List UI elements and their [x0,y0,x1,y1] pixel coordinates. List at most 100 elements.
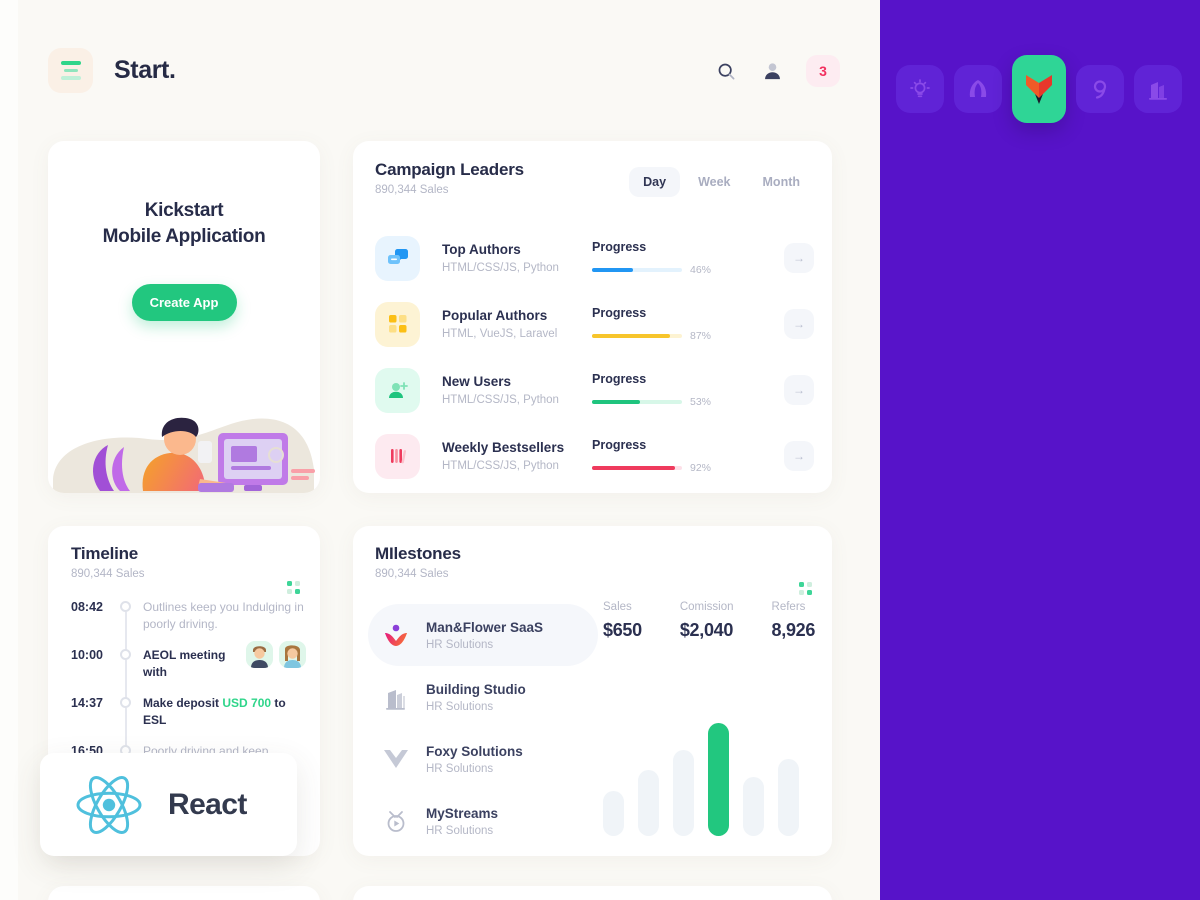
timeline-dot-icon [120,697,131,708]
progress-percent: 87% [690,330,712,342]
notification-badge[interactable]: 3 [806,55,840,87]
bottom-right-card [353,886,832,900]
milestone-row[interactable]: Foxy Solutions HR Solutions [368,728,598,790]
campaign-row-tech: HTML/CSS/JS, Python [442,262,559,274]
milestone-row[interactable]: Building Studio HR Solutions [368,666,598,728]
user-plus-icon [375,367,420,413]
tab-day[interactable]: Day [629,167,681,197]
campaign-row-arrow-button[interactable]: → [784,441,814,471]
milestone-sub: HR Solutions [426,762,494,775]
campaign-row[interactable]: New Users HTML/CSS/JS, Python Progress 5… [375,357,814,423]
milestone-text: Foxy Solutions HR Solutions [426,744,523,775]
chat-icon [375,235,420,281]
app-tile-bulb[interactable] [896,65,944,113]
create-app-button[interactable]: Create App [131,284,237,321]
timeline-text: Outlines keep you Indulging in poorly dr… [143,600,304,631]
milestone-bar [673,750,694,836]
timeline-text-pre: Make deposit [143,696,223,710]
user-icon[interactable] [760,59,784,83]
app-tile-building[interactable] [1134,65,1182,113]
timeline-header: Timeline 890,344 Sales [71,544,145,580]
campaign-row-name: Popular Authors [442,308,548,323]
stat-value: $650 [603,620,642,640]
timeline-text: AEOL meeting with [143,648,226,679]
avatar[interactable] [246,641,273,668]
milestone-row[interactable]: MyStreams HR Solutions [368,790,598,852]
app-tile-arch[interactable] [954,65,1002,113]
app-tile-nine[interactable] [1076,65,1124,113]
campaign-row-text: Weekly Bestsellers HTML/CSS/JS, Python [442,440,592,472]
milestones-bar-chart [603,706,810,836]
progress-bar [592,466,682,470]
tab-month[interactable]: Month [749,167,814,197]
progress-percent: 46% [690,264,712,276]
progress-label: Progress [592,438,647,452]
tab-week[interactable]: Week [684,167,744,197]
books-icon [375,433,420,479]
logo-bar-icon [60,76,81,80]
timeline-avatars [246,641,306,668]
grid-dots-icon[interactable] [799,582,812,595]
campaign-row-progress: Progress 46% [592,240,717,276]
stat-sales: Sales $650 [603,601,642,641]
milestone-sub: HR Solutions [426,700,494,713]
milestone-stats: Sales $650 Comission $2,040 Refers 8,926 [603,601,815,641]
milestone-sub: HR Solutions [426,824,494,837]
milestone-bar [603,790,624,836]
stat-label: Comission [679,601,734,613]
progress-bar [592,268,682,272]
right-sidebar: Daily Stats MonTue57WedThuFriSatSun Fox … [880,0,1200,900]
campaign-row[interactable]: Popular Authors HTML, VueJS, Laravel Pro… [375,291,814,357]
timeline-marker [113,647,143,705]
timeline-marker [113,695,143,753]
campaign-list: Top Authors HTML/CSS/JS, Python Progress… [375,225,814,489]
app-header: Start. 3 [0,0,880,138]
campaign-row-arrow-button[interactable]: → [784,309,814,339]
campaign-subtitle: 890,344 Sales [375,184,449,196]
search-icon[interactable] [714,59,738,83]
stat-label: Sales [603,601,632,613]
milestone-bar [743,777,764,836]
campaign-row-text: Popular Authors HTML, VueJS, Laravel [442,308,592,340]
campaign-leaders-card: Campaign Leaders 890,344 Sales Day Week … [353,141,832,493]
campaign-row-arrow-button[interactable]: → [784,243,814,273]
milestone-sub: HR Solutions [426,638,494,651]
flower-icon [378,622,414,648]
milestones-subtitle: 890,344 Sales [375,568,449,580]
milestone-name: Foxy Solutions [426,743,523,759]
avatar[interactable] [279,641,306,668]
bottom-left-card [48,886,320,900]
campaign-row-arrow-button[interactable]: → [784,375,814,405]
campaign-row[interactable]: Top Authors HTML/CSS/JS, Python Progress… [375,225,814,291]
stat-label: Refers [771,601,806,613]
progress-bar [592,334,682,338]
menu-logo-button[interactable] [48,48,93,93]
milestone-row[interactable]: Man&Flower SaaS HR Solutions [368,604,598,666]
timeline-dot-icon [120,601,131,612]
developer-illustration [53,417,315,493]
campaign-row-progress: Progress 53% [592,372,717,408]
timeline-time: 14:37 [71,696,103,710]
fox-chevron-icon [378,748,414,770]
campaign-row-name: New Users [442,374,512,389]
milestones-title: MIlestones [375,544,461,563]
stat-comission: Comission $2,040 [680,601,734,641]
timeline-time: 08:42 [71,600,103,614]
app-tile-fox[interactable] [1012,55,1066,123]
milestones-list: Man&Flower SaaS HR Solutions Building St… [368,604,598,852]
timeline-subtitle: 890,344 Sales [71,568,145,580]
period-tabs: Day Week Month [629,167,814,197]
milestones-card: MIlestones 890,344 Sales Man&Flower SaaS… [353,526,832,856]
react-badge-card[interactable]: React [40,753,297,856]
react-label: React [168,787,247,821]
building-icon [378,684,414,710]
app-switcher [896,55,1182,123]
campaign-row-name: Weekly Bestsellers [442,440,565,455]
progress-label: Progress [592,240,647,254]
milestone-text: Building Studio HR Solutions [426,682,526,713]
campaign-row-text: Top Authors HTML/CSS/JS, Python [442,242,592,274]
grid-dots-icon[interactable] [287,581,300,594]
campaign-row[interactable]: Weekly Bestsellers HTML/CSS/JS, Python P… [375,423,814,489]
logo-bar-icon [60,61,81,65]
timeline-title: Timeline [71,544,139,563]
